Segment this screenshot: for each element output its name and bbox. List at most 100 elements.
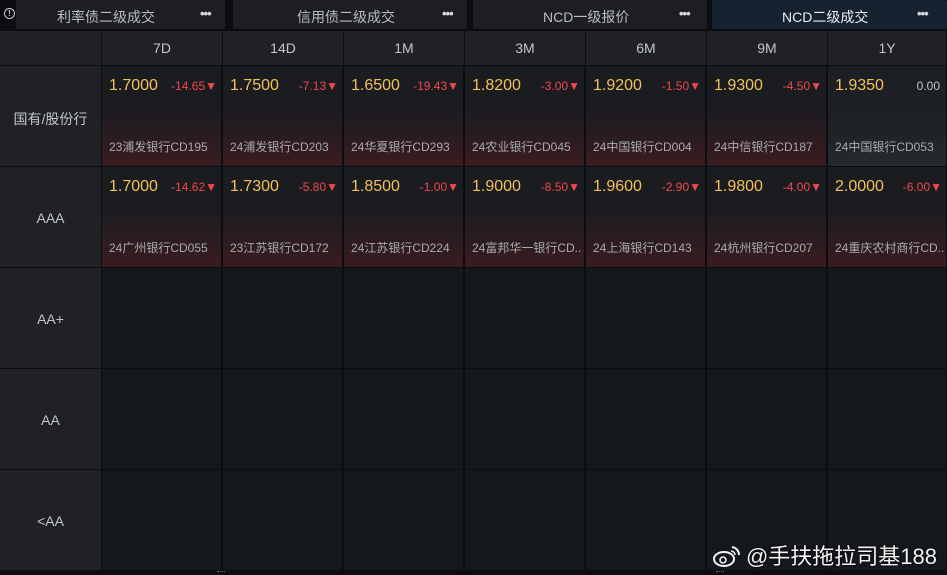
rate-value: 1.7300 — [230, 178, 279, 195]
row-header: AAA — [0, 167, 101, 267]
quote-cell[interactable]: 1.7300 -5.80▼ 23江苏银行CD172 — [223, 167, 343, 267]
empty-cell — [828, 268, 947, 368]
row-header-label: AAA — [36, 210, 65, 226]
empty-cell — [707, 268, 827, 368]
tab-bar: ! 利率债二级成交 ••• 信用债二级成交 ••• NCD一级报价 ••• NC… — [0, 0, 947, 30]
bond-name: 23江苏银行CD172 — [230, 241, 329, 255]
column-header-label: 1M — [394, 40, 414, 56]
quote-cell[interactable]: 2.0000 -6.00▼ 24重庆农村商行CD.. — [828, 167, 947, 267]
row-header: AA+ — [0, 268, 101, 368]
column-header-9m[interactable]: 9M — [707, 31, 828, 65]
rate-value: 1.7000 — [109, 178, 158, 195]
rate-change: -4.00▼ — [782, 180, 822, 194]
rate-change: -14.65▼ — [171, 79, 217, 93]
more-icon[interactable]: ••• — [679, 6, 691, 21]
more-icon[interactable]: ••• — [917, 6, 929, 21]
column-header-14d[interactable]: 14D — [223, 31, 344, 65]
quote-cell[interactable]: 1.7000 -14.65▼ 23浦发银行CD195 — [102, 66, 222, 166]
column-header-label: 1Y — [878, 40, 896, 56]
rate-change: -1.00▼ — [419, 180, 459, 194]
tab-label: 利率债二级成交 — [57, 9, 155, 25]
bond-name: 24中国银行CD053 — [835, 140, 934, 154]
more-icon[interactable]: ••• — [200, 6, 212, 21]
tab-credit-bond-secondary[interactable]: 信用债二级成交 ••• — [233, 0, 467, 29]
tab-label: 信用债二级成交 — [297, 9, 395, 25]
quote-cell[interactable]: 1.6500 -19.43▼ 24华夏银行CD293 — [344, 66, 464, 166]
quote-cell[interactable]: 1.9200 -1.50▼ 24中国银行CD004 — [586, 66, 706, 166]
bond-name: 24江苏银行CD224 — [351, 241, 450, 255]
empty-cell — [707, 369, 827, 469]
column-header-1y[interactable]: 1Y — [828, 31, 947, 65]
tab-ncd-primary-quote[interactable]: NCD一级报价 ••• — [473, 0, 707, 29]
empty-cell — [223, 470, 343, 570]
row-header-label: 国有/股份行 — [13, 111, 88, 127]
row-header: 国有/股份行 — [0, 66, 101, 166]
empty-cell — [344, 268, 464, 368]
rate-change: -3.00▼ — [540, 79, 580, 93]
quote-cell[interactable]: 1.7000 -14.62▼ 24广州银行CD055 — [102, 167, 222, 267]
row-header-label: AA+ — [37, 311, 64, 327]
rate-change: -14.62▼ — [171, 180, 217, 194]
rate-value: 1.9600 — [593, 178, 642, 195]
quote-cell[interactable]: 1.9300 -4.50▼ 24中信银行CD187 — [707, 66, 827, 166]
tab-label: NCD二级成交 — [782, 9, 869, 25]
tab-ncd-secondary[interactable]: NCD二级成交 ••• — [712, 0, 947, 29]
tab-label: NCD一级报价 — [543, 9, 630, 25]
bond-name: 24重庆农村商行CD.. — [835, 241, 945, 255]
rate-change: -19.43▼ — [413, 79, 459, 93]
column-header-label: 14D — [270, 40, 296, 56]
column-header-label: 7D — [153, 40, 171, 56]
column-header-7d[interactable]: 7D — [102, 31, 223, 65]
empty-cell — [344, 470, 464, 570]
tab-rate-bond-secondary[interactable]: 利率债二级成交 ••• — [16, 0, 225, 29]
quote-cell[interactable]: 1.9600 -2.90▼ 24上海银行CD143 — [586, 167, 706, 267]
quote-cell[interactable]: 1.7500 -7.13▼ 24浦发银行CD203 — [223, 66, 343, 166]
info-icon[interactable]: ! — [4, 8, 15, 19]
quote-cell[interactable]: 1.8200 -3.00▼ 24农业银行CD045 — [465, 66, 585, 166]
rate-value: 1.8200 — [472, 77, 521, 94]
quote-cell[interactable]: 1.8500 -1.00▼ 24江苏银行CD224 — [344, 167, 464, 267]
resize-grip-icon[interactable] — [716, 571, 724, 574]
empty-cell — [102, 369, 222, 469]
bond-name: 24广州银行CD055 — [109, 241, 208, 255]
empty-cell — [586, 369, 706, 469]
bond-name: 24中信银行CD187 — [714, 140, 813, 154]
rate-value: 1.8500 — [351, 178, 400, 195]
column-header-1m[interactable]: 1M — [344, 31, 465, 65]
row-header: AA — [0, 369, 101, 469]
rate-value: 2.0000 — [835, 178, 884, 195]
rate-change: -2.90▼ — [661, 180, 701, 194]
watermark: @手扶拖拉司基188 — [712, 539, 937, 571]
column-header-label: 3M — [515, 40, 535, 56]
column-header-6m[interactable]: 6M — [586, 31, 707, 65]
bond-name: 24杭州银行CD207 — [714, 241, 813, 255]
resize-grip-icon[interactable] — [217, 571, 225, 574]
rate-change: -6.00▼ — [902, 180, 942, 194]
bond-name: 24中国银行CD004 — [593, 140, 692, 154]
quote-cell[interactable]: 1.9350 0.00 24中国银行CD053 — [828, 66, 947, 166]
bond-name: 24浦发银行CD203 — [230, 140, 329, 154]
quote-cell[interactable]: 1.9000 -8.50▼ 24富邦华一银行CD.. — [465, 167, 585, 267]
column-header-label: 6M — [636, 40, 656, 56]
quote-cell[interactable]: 1.9800 -4.00▼ 24杭州银行CD207 — [707, 167, 827, 267]
empty-cell — [223, 369, 343, 469]
corner-header — [0, 31, 102, 65]
empty-cell — [344, 369, 464, 469]
empty-cell — [465, 268, 585, 368]
rate-change: -8.50▼ — [540, 180, 580, 194]
empty-cell — [102, 268, 222, 368]
rate-value: 1.7500 — [230, 77, 279, 94]
more-icon[interactable]: ••• — [442, 6, 454, 21]
rate-change: -1.50▼ — [661, 79, 701, 93]
weibo-icon — [712, 546, 740, 567]
empty-cell — [465, 470, 585, 570]
empty-cell — [465, 369, 585, 469]
bottom-bar — [0, 571, 947, 575]
column-header-3m[interactable]: 3M — [465, 31, 586, 65]
bond-name: 24农业银行CD045 — [472, 140, 571, 154]
empty-cell — [586, 268, 706, 368]
empty-cell — [102, 470, 222, 570]
empty-cell — [828, 369, 947, 469]
rate-value: 1.9200 — [593, 77, 642, 94]
watermark-text: @手扶拖拉司基188 — [745, 544, 937, 569]
